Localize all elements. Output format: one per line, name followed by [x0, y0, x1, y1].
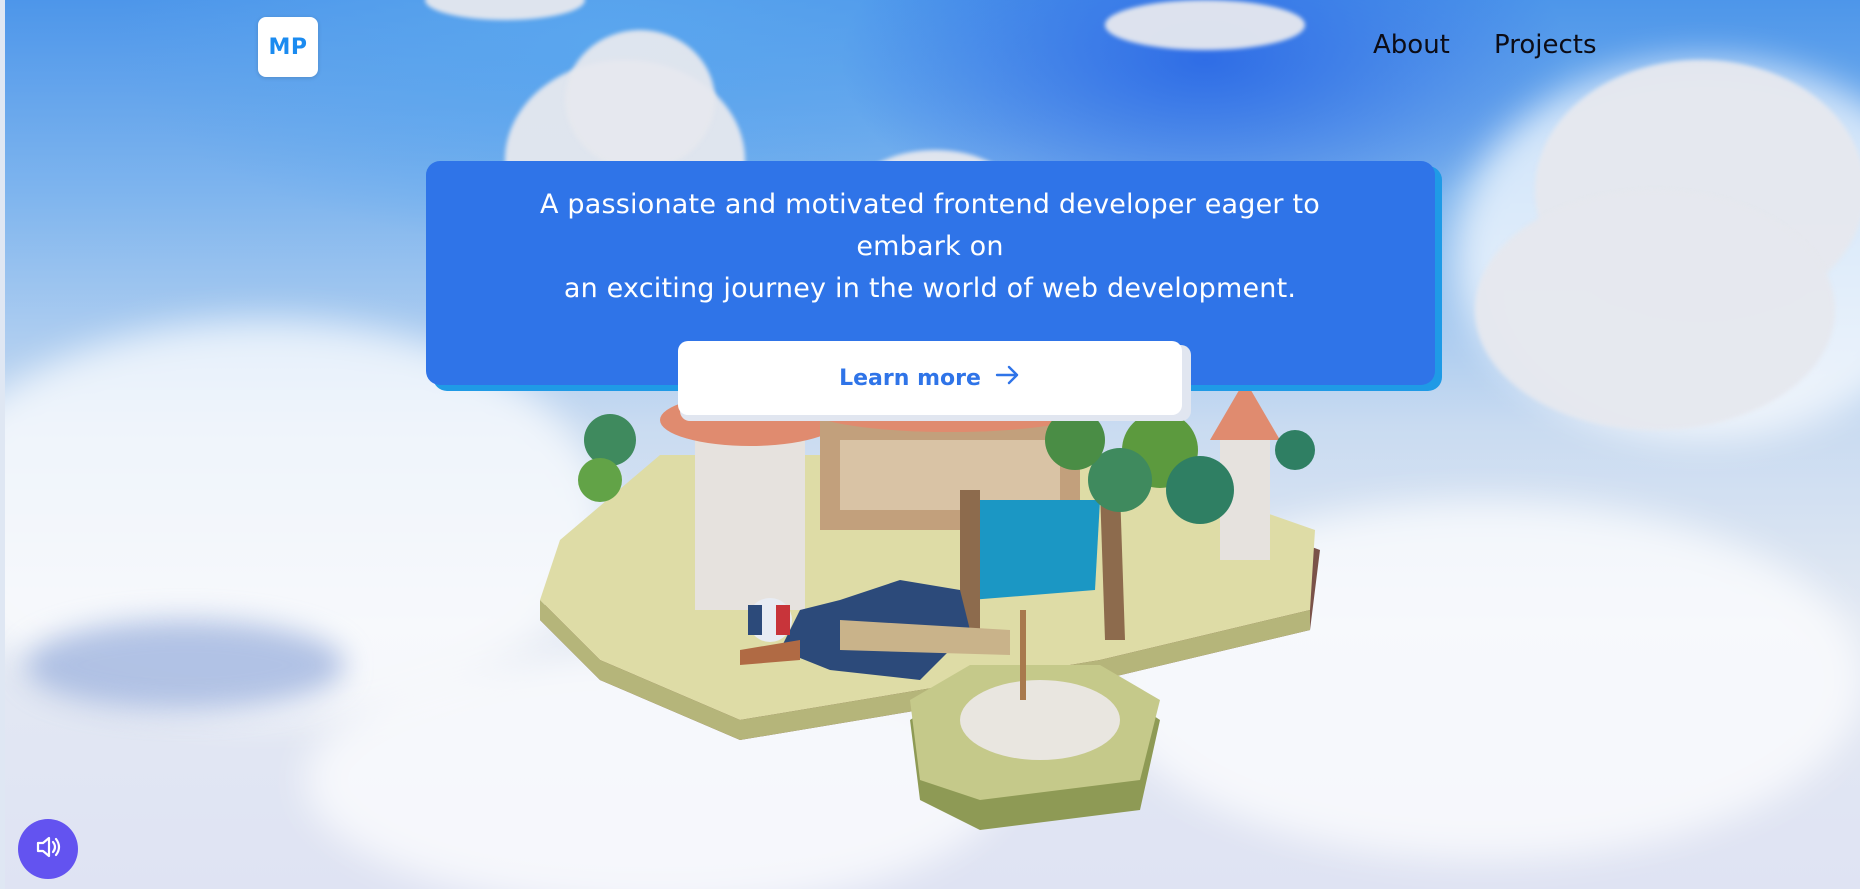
- learn-more-button[interactable]: Learn more: [678, 341, 1182, 415]
- hero-tagline: A passionate and motivated frontend deve…: [470, 184, 1390, 310]
- top-navbar: MP About Projects: [0, 0, 1860, 96]
- nav-link-projects[interactable]: Projects: [1494, 30, 1597, 60]
- nav-link-about[interactable]: About: [1373, 30, 1450, 60]
- sound-toggle-button[interactable]: [18, 819, 78, 879]
- speaker-icon: [33, 832, 63, 866]
- hero-tagline-line-2: embark on: [856, 231, 1004, 262]
- island-illustration: [540, 380, 1320, 830]
- logo[interactable]: MP: [258, 17, 318, 77]
- arrow-right-icon: [995, 363, 1021, 393]
- hero-tagline-line-1: A passionate and motivated frontend deve…: [539, 189, 1321, 220]
- hero-tagline-line-3: an exciting journey in the world of web …: [563, 273, 1297, 304]
- learn-more-label: Learn more: [839, 365, 981, 391]
